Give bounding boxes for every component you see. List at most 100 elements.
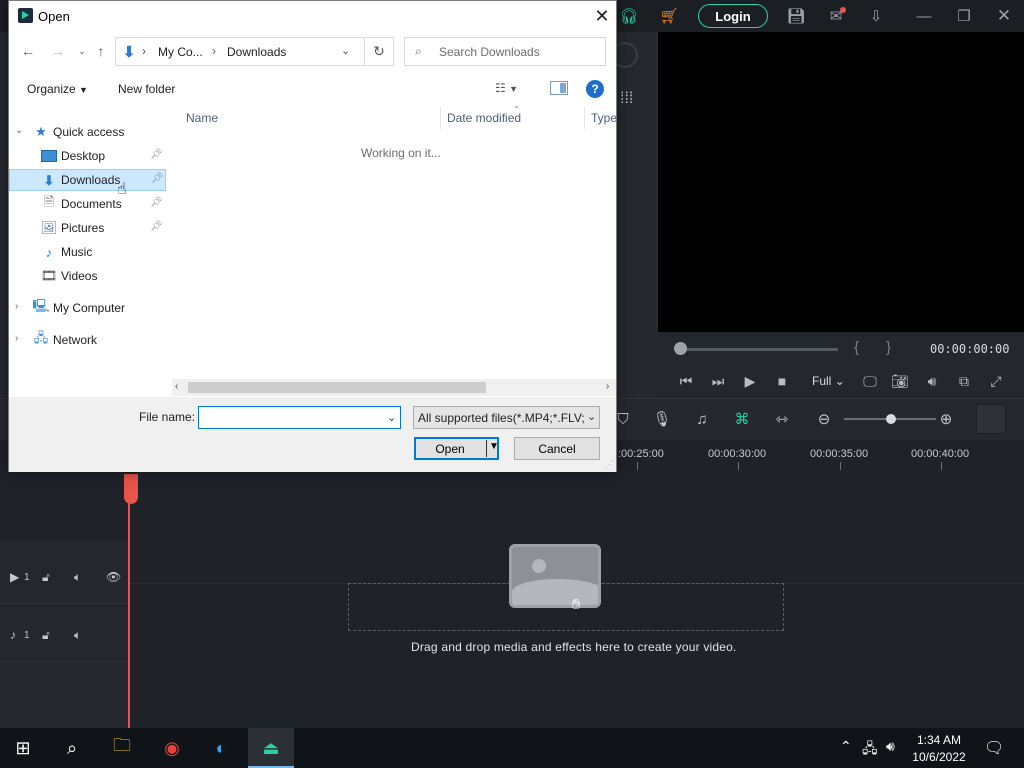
file-explorer-icon[interactable]: 🗀 [99, 728, 145, 768]
organize-button[interactable]: Organize ▼ [27, 82, 88, 96]
file-list[interactable]: Name Date modified ⌄ Type Working on it.… [172, 101, 617, 383]
recent-locations-button[interactable]: ⌄ [72, 41, 92, 61]
scroll-left-icon[interactable]: ‹ [175, 381, 178, 392]
tray-chevron-up-icon[interactable]: ⌃ [840, 738, 852, 755]
grid-view-icon[interactable]: ⁞⁞⁞ [620, 90, 633, 108]
network-icon[interactable]: 🖧︎ [862, 738, 878, 762]
cart-icon[interactable]: 🛒︎ [659, 6, 679, 26]
notification-center-icon[interactable]: 🗨︎ [984, 738, 1004, 758]
zoom-in-icon[interactable]: ⊕ [935, 408, 957, 430]
column-header-date-modified[interactable]: Date modified [447, 111, 521, 125]
download-icon[interactable]: ⇩ [866, 6, 886, 26]
zoom-mode-select[interactable]: Full ⌄ [812, 374, 845, 388]
column-header-type[interactable]: Type [591, 111, 617, 125]
track-settings-block[interactable] [976, 404, 1006, 434]
breadcrumb-downloads[interactable]: Downloads [227, 45, 286, 59]
chrome-icon[interactable]: ◉ [149, 728, 195, 768]
play-icon[interactable]: ▶ [740, 371, 760, 391]
forward-button[interactable]: → [48, 41, 68, 61]
search-field[interactable]: ⌕ [404, 37, 606, 66]
restore-icon[interactable]: ❐ [954, 6, 974, 26]
cancel-button[interactable]: Cancel [514, 437, 600, 460]
nav-quick-access[interactable]: ⌄ ★ Quick access [9, 121, 166, 143]
audio-mixer-icon[interactable]: ♫ [691, 408, 713, 430]
edge-icon[interactable]: ◐ [198, 728, 244, 768]
open-button[interactable]: Open ▼ [414, 437, 499, 460]
preview-scrubber-track[interactable] [680, 348, 838, 351]
volume-tray-icon[interactable]: 🔊︎ [886, 738, 895, 755]
nav-item-documents[interactable]: 🗎 Documents 📌︎ [9, 193, 166, 215]
chevron-expanded-icon[interactable]: ⌄ [15, 125, 23, 136]
volume-icon[interactable]: 🔊︎ [922, 371, 942, 391]
nav-item-pictures[interactable]: 🖼︎ Pictures 📌︎ [9, 217, 166, 239]
mute-icon[interactable]: 🔈︎ [74, 628, 81, 643]
save-icon[interactable]: 💾︎ [786, 6, 806, 26]
zoom-out-icon[interactable]: ⊖ [813, 408, 835, 430]
support-headset-icon[interactable]: 🎧︎ [619, 6, 639, 26]
dialog-titlebar[interactable]: Open ✕ [9, 1, 616, 31]
address-bar[interactable]: ⬇ › My Co... › Downloads ⌄ [115, 37, 365, 66]
lock-icon[interactable]: 🔓︎ [42, 628, 50, 643]
horizontal-scrollbar[interactable]: ‹ › [172, 379, 616, 396]
fit-timeline-icon[interactable]: ⇿ [771, 408, 793, 430]
sort-caret-icon: ⌄ [513, 101, 520, 110]
search-icon[interactable]: ⌕ [49, 728, 95, 768]
preview-scrubber-knob[interactable] [674, 342, 687, 355]
ruler-tick [840, 462, 841, 470]
login-button[interactable]: Login [698, 4, 768, 28]
playhead-line[interactable] [128, 474, 130, 728]
mute-icon[interactable]: 🔈︎ [74, 570, 81, 585]
column-divider[interactable] [584, 107, 585, 129]
file-name-input[interactable] [202, 409, 377, 426]
file-name-combobox[interactable]: ⌄ [198, 406, 401, 429]
new-folder-button[interactable]: New folder [118, 82, 175, 96]
dialog-close-button[interactable]: ✕ [589, 4, 615, 28]
scrollbar-thumb[interactable] [188, 382, 486, 393]
preview-pane-icon[interactable] [550, 81, 568, 95]
timeline-zoom-knob[interactable] [886, 414, 896, 424]
previous-frame-icon[interactable]: ⏮ [676, 371, 696, 391]
back-button[interactable]: ← [18, 41, 38, 61]
chevron-down-icon[interactable]: ⌄ [387, 411, 396, 424]
stop-icon[interactable]: ■ [772, 371, 792, 391]
clock-time[interactable]: 1:34 AM [916, 733, 962, 747]
mark-out-bracket[interactable]: } [886, 339, 891, 356]
nav-my-computer[interactable]: › 🖳 My Computer [9, 297, 166, 319]
scroll-right-icon[interactable]: › [606, 381, 609, 392]
next-frame-icon[interactable]: ⏭ [708, 371, 728, 391]
nav-network[interactable]: › 🖧︎ Network [9, 329, 166, 351]
nav-item-downloads[interactable]: ⬇ Downloads 📌︎ [9, 169, 166, 191]
column-divider[interactable] [440, 107, 441, 129]
chevron-down-icon[interactable]: ⌄ [341, 44, 350, 57]
refresh-button[interactable]: ↻ [365, 37, 394, 66]
chevron-collapsed-icon[interactable]: › [15, 301, 18, 312]
change-view-button[interactable]: ☷ ▼ [495, 81, 518, 95]
file-type-filter-select[interactable]: All supported files(*.MP4;*.FLV; ⌄ [413, 406, 600, 429]
video-editor-app-icon[interactable]: ⏏ [248, 728, 294, 768]
eye-icon[interactable]: 👁︎ [106, 570, 121, 584]
up-button[interactable]: ↑ [91, 41, 111, 61]
help-button[interactable]: ? [586, 80, 604, 98]
display-settings-icon[interactable]: 🖵︎ [860, 371, 880, 391]
nav-item-music[interactable]: ♪ Music [9, 241, 166, 263]
microphone-icon[interactable]: 🎙︎ [651, 408, 673, 430]
nav-item-desktop[interactable]: Desktop 📌︎ [9, 145, 166, 167]
clock-date[interactable]: 10/6/2022 [906, 750, 972, 764]
start-windows-icon[interactable]: ⊞ [0, 728, 46, 768]
breadcrumb-my-computer[interactable]: My Co... [158, 45, 203, 59]
resize-grip-icon[interactable]: ⋰ [605, 459, 614, 470]
fullscreen-icon[interactable]: ⤢ [986, 371, 1006, 391]
search-input[interactable] [439, 42, 599, 62]
playhead-handle[interactable] [124, 474, 138, 504]
aspect-ratio-icon[interactable]: ⧉ [954, 371, 974, 391]
lock-icon[interactable]: 🔓︎ [42, 570, 50, 585]
column-header-name[interactable]: Name [186, 111, 218, 125]
close-icon[interactable]: ✕ [994, 6, 1014, 26]
chevron-collapsed-icon[interactable]: › [15, 333, 18, 344]
open-options-caret-icon[interactable]: ▼ [489, 441, 499, 452]
snap-magnet-icon[interactable]: ⌘ [731, 408, 753, 430]
minimize-icon[interactable]: — [914, 6, 934, 26]
nav-item-videos[interactable]: 🎞︎ Videos [9, 265, 166, 287]
snapshot-camera-icon[interactable]: 📷︎ [890, 371, 910, 391]
mark-in-bracket[interactable]: { [854, 339, 859, 356]
